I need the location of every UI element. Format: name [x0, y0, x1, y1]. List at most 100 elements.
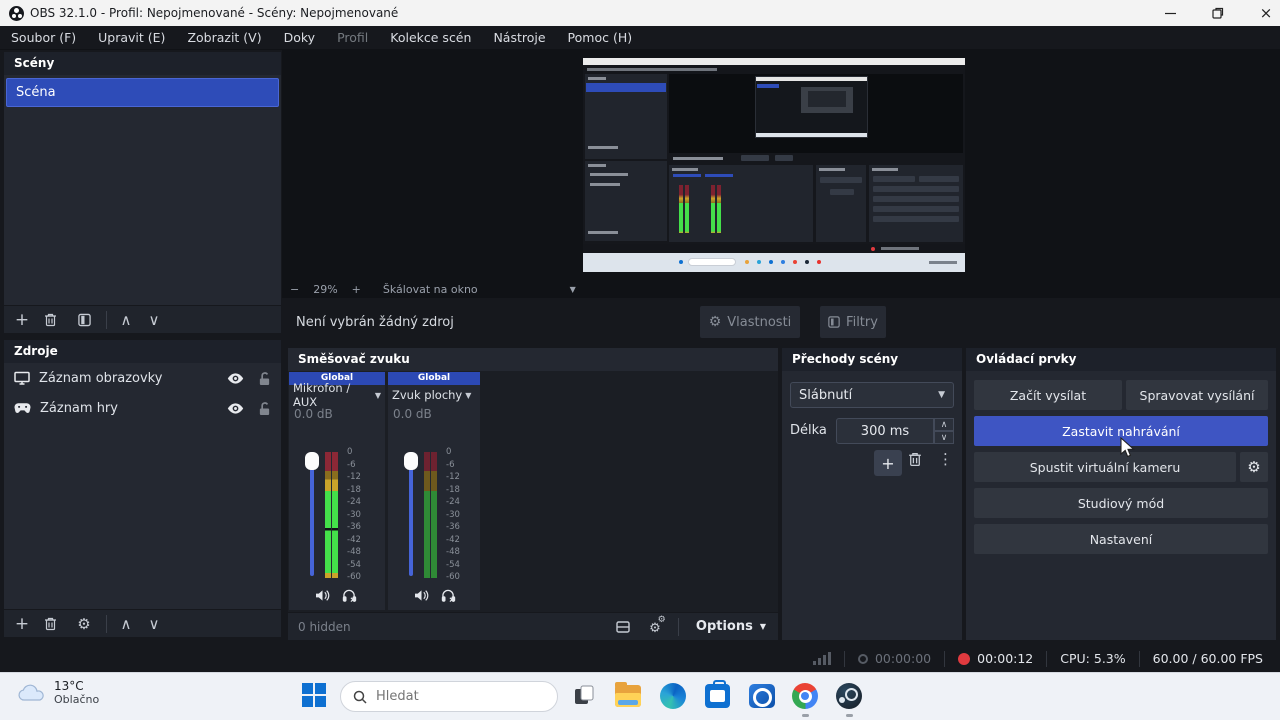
mixer-layout-button[interactable]: [609, 614, 637, 640]
remove-source-button[interactable]: [36, 611, 64, 637]
gear-icon: ⚙: [1247, 458, 1260, 476]
menu-zobrazit[interactable]: Zobrazit (V): [176, 26, 272, 49]
source-item-screen-capture[interactable]: Záznam obrazovky: [4, 363, 281, 393]
remove-transition-button[interactable]: [908, 452, 922, 467]
scene-move-down-button[interactable]: ∨: [140, 307, 168, 333]
minimize-button[interactable]: [1148, 0, 1192, 26]
studio-mode-button[interactable]: Studiový mód: [974, 488, 1268, 518]
headphones-off-icon[interactable]: [342, 589, 357, 602]
restore-button[interactable]: [1196, 0, 1240, 26]
mouse-cursor: [1117, 437, 1137, 459]
scene-item-selected[interactable]: Scéna: [6, 78, 279, 107]
meter-scale: 0-6-12-18-24-30-36-42-48-54-60: [446, 448, 480, 582]
source-move-down-button[interactable]: ∨: [140, 611, 168, 637]
start-button[interactable]: [302, 683, 328, 709]
add-transition-button[interactable]: +: [874, 450, 902, 476]
lock-icon[interactable]: [258, 371, 271, 386]
start-virtual-camera-button[interactable]: Spustit virtuální kameru: [974, 452, 1236, 482]
close-button[interactable]: ×: [1244, 0, 1280, 26]
speaker-icon[interactable]: [414, 589, 429, 602]
sources-header[interactable]: Zdroje: [4, 340, 281, 363]
mixer-channel-name[interactable]: Mikrofon / AUX▼: [289, 385, 385, 405]
taskbar-weather-widget[interactable]: 13°C Oblačno: [16, 679, 99, 706]
store-icon: [705, 684, 730, 708]
volume-slider-track[interactable]: [409, 456, 413, 576]
source-item-game-capture[interactable]: Záznam hry: [4, 393, 281, 423]
window-titlebar: OBS 32.1.0 - Profil: Nepojmenované - Scé…: [0, 0, 1280, 26]
microsoft-store-button[interactable]: [705, 683, 731, 709]
mixer-channel-name[interactable]: Zvuk plochy▼: [388, 385, 480, 405]
headphones-off-icon[interactable]: [441, 589, 456, 602]
manage-broadcast-button[interactable]: Spravovat vysílání: [1126, 380, 1268, 410]
zoom-in-button[interactable]: +: [352, 283, 361, 296]
gear-icon: ⚙: [709, 314, 722, 330]
steam-button[interactable]: [836, 683, 862, 709]
trash-icon: [44, 313, 57, 327]
controls-header[interactable]: Ovládací prvky: [966, 348, 1276, 371]
source-move-up-button[interactable]: ∧: [112, 611, 140, 637]
visibility-eye-icon[interactable]: [227, 372, 244, 385]
remove-scene-button[interactable]: [36, 307, 64, 333]
steam-icon: [836, 683, 862, 709]
virtual-camera-settings-button[interactable]: ⚙: [1240, 452, 1268, 482]
spin-down-button[interactable]: ∨: [934, 431, 954, 444]
scene-filters-button[interactable]: [70, 307, 98, 333]
properties-button[interactable]: ⚙ Vlastnosti: [700, 306, 800, 338]
transitions-dock: Přechody scény Slábnutí▼ Délka 300 ms ∧ …: [782, 348, 962, 640]
weather-condition: Oblačno: [54, 693, 99, 706]
window-title: OBS 32.1.0 - Profil: Nepojmenované - Scé…: [30, 6, 398, 20]
scale-mode-dropdown[interactable]: Škálovat na okno: [383, 283, 478, 296]
menu-pomoc[interactable]: Pomoc (H): [557, 26, 644, 49]
task-view-button[interactable]: [572, 683, 598, 709]
source-action-bar: Není vybrán žádný zdroj ⚙ Vlastnosti Fil…: [282, 298, 1280, 346]
search-input[interactable]: [376, 689, 526, 704]
volume-slider-handle[interactable]: [305, 452, 319, 470]
preview-video[interactable]: [583, 58, 965, 272]
zoom-out-button[interactable]: −: [290, 283, 299, 296]
scene-move-up-button[interactable]: ∧: [112, 307, 140, 333]
menu-nastroje[interactable]: Nástroje: [482, 26, 556, 49]
edge-button[interactable]: [660, 683, 686, 709]
menu-doky[interactable]: Doky: [273, 26, 326, 49]
menu-upravit[interactable]: Upravit (E): [87, 26, 176, 49]
volume-slider-handle[interactable]: [404, 452, 418, 470]
signal-bars-icon: [813, 652, 831, 665]
transition-properties-button[interactable]: ⋮: [938, 450, 953, 468]
mixer-volume-db: 0.0 dB: [388, 405, 480, 425]
chevron-down-icon: ▼: [938, 390, 945, 400]
chrome-button[interactable]: [792, 683, 818, 709]
fps-counter: 60.00 / 60.00 FPS: [1140, 650, 1276, 668]
duration-input[interactable]: 300 ms: [836, 418, 934, 444]
outlook-icon: [749, 684, 775, 708]
speaker-icon[interactable]: [315, 589, 330, 602]
menu-soubor[interactable]: Soubor (F): [0, 26, 87, 49]
lock-icon[interactable]: [258, 401, 271, 416]
trash-icon: [908, 452, 922, 467]
taskbar-search-box[interactable]: [340, 681, 558, 712]
mixer-advanced-button[interactable]: ⚙⚙: [641, 614, 669, 640]
menu-kolekce-scen[interactable]: Kolekce scén: [379, 26, 482, 49]
cloud-icon: [16, 681, 48, 705]
filters-button[interactable]: Filtry: [820, 306, 886, 338]
mixer-options-button[interactable]: Options▼: [684, 619, 778, 634]
audio-meter-right: [431, 452, 437, 578]
settings-button[interactable]: Nastavení: [974, 524, 1268, 554]
spin-up-button[interactable]: ∧: [934, 418, 954, 431]
start-streaming-button[interactable]: Začít vysílat: [974, 380, 1122, 410]
volume-slider-track[interactable]: [310, 456, 314, 576]
filter-icon: [828, 316, 840, 328]
menu-profil[interactable]: Profil: [326, 26, 379, 49]
mixer-header[interactable]: Směšovač zvuku: [288, 348, 778, 371]
scenes-header[interactable]: Scény: [4, 52, 281, 75]
file-explorer-button[interactable]: [615, 683, 641, 709]
transition-select[interactable]: Slábnutí▼: [790, 382, 954, 408]
source-properties-button[interactable]: ⚙: [70, 611, 98, 637]
outlook-button[interactable]: [749, 683, 775, 709]
audio-meter-left: [325, 452, 331, 578]
scale-mode-arrow-icon[interactable]: ▼: [570, 285, 576, 294]
stats-indicator: [800, 650, 844, 668]
add-scene-button[interactable]: +: [8, 307, 36, 333]
transitions-header[interactable]: Přechody scény: [782, 348, 962, 371]
visibility-eye-icon[interactable]: [227, 402, 244, 415]
add-source-button[interactable]: +: [8, 611, 36, 637]
